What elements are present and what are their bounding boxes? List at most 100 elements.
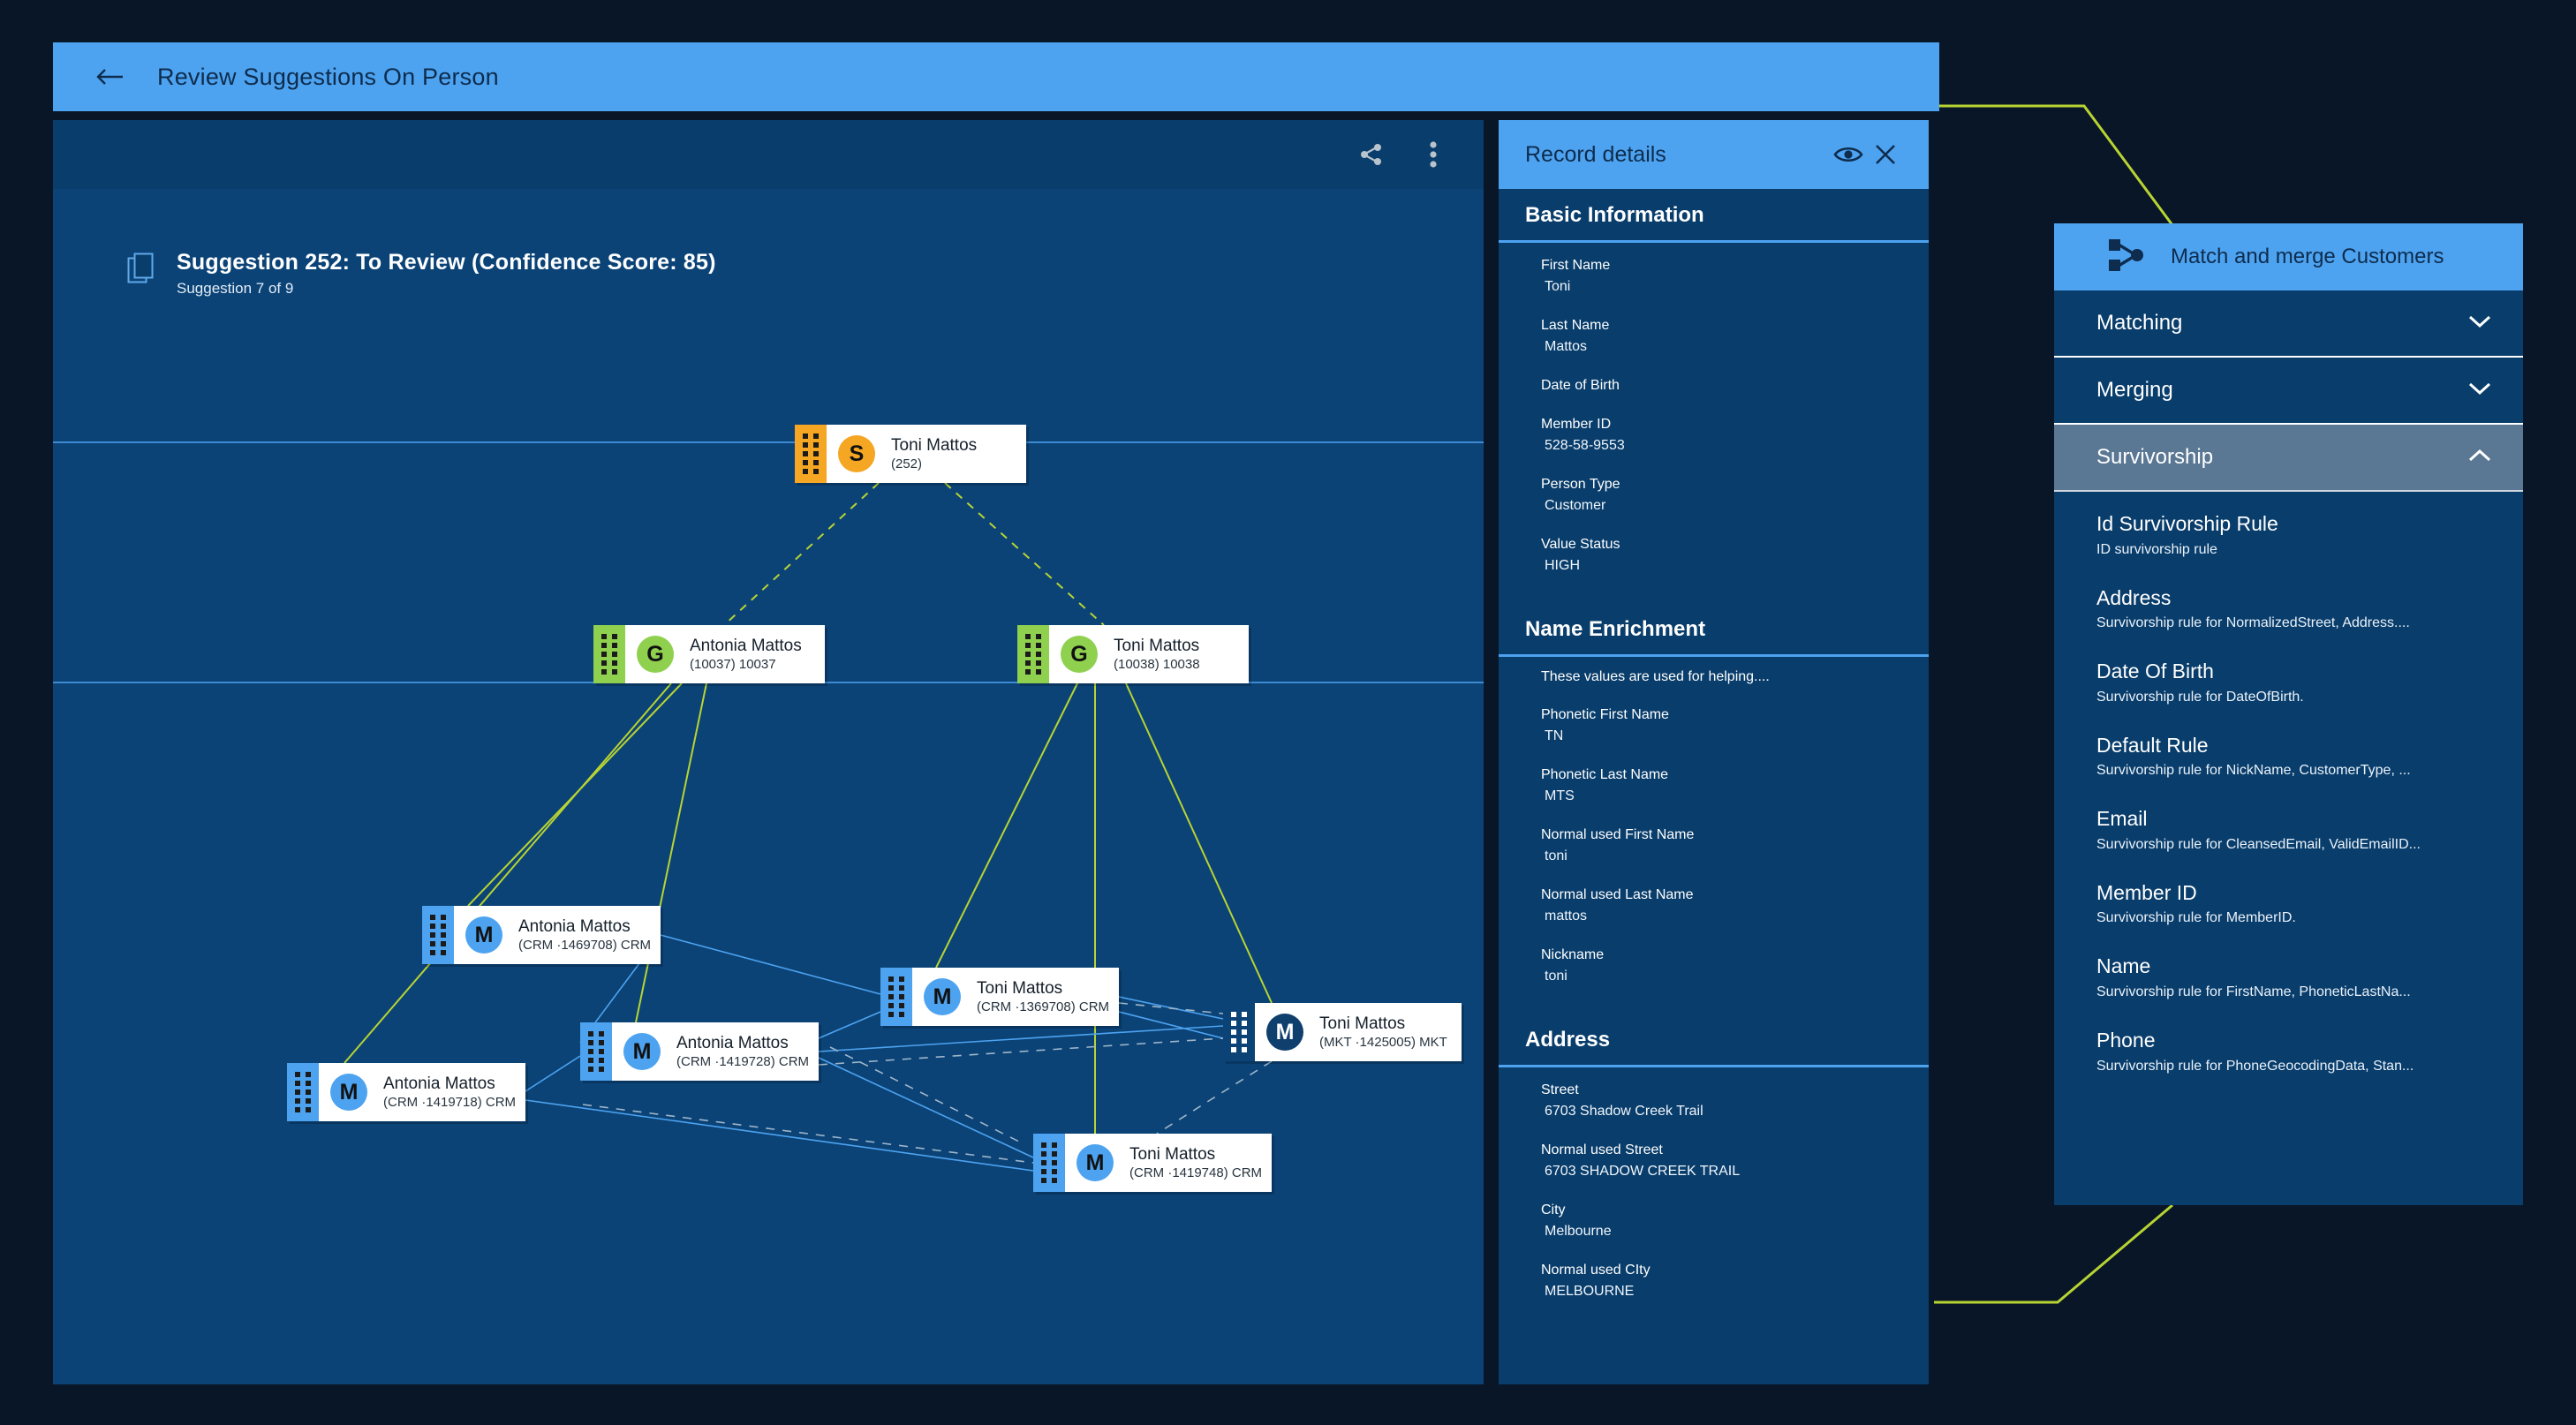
record-section-fields: First Name Toni Last Name Mattos Date of Bir… (1499, 243, 1929, 603)
graph-node[interactable]: M Antonia Mattos (CRM ·1419728) CRM (580, 1022, 819, 1081)
node-avatar: M (465, 916, 502, 954)
record-section-note: These values are used for helping.... (1541, 669, 1770, 684)
rules-accordion-survivorship[interactable]: Survivorship (2054, 425, 2523, 492)
drag-handle-icon[interactable] (287, 1063, 319, 1121)
graph-node[interactable]: G Antonia Mattos (10037) 10037 (593, 625, 825, 683)
node-name: Toni Mattos (977, 978, 1063, 998)
record-field: Phonetic First Name TN (1541, 705, 1929, 747)
record-details-sections: Basic Information First Name Toni Last Name… (1499, 189, 1929, 1329)
survivorship-rule-title: Email (2096, 807, 2148, 831)
record-details-header: Record details (1499, 120, 1929, 189)
node-subtitle: (CRM ·1419728) CRM (676, 1054, 810, 1070)
node-subtitle: (CRM ·1419748) CRM (1129, 1165, 1263, 1181)
graph-edges (344, 482, 1273, 1172)
record-field-label: Value Status (1541, 537, 1620, 552)
node-text: Antonia Mattos (CRM ·1469708) CRM (518, 917, 661, 954)
record-field: First Name Toni (1541, 255, 1929, 298)
match-merge-rules-panel: Match and merge Customers Matching Mergin… (2054, 223, 2523, 1205)
record-field-value: 528-58-9553 (1545, 438, 1625, 453)
graph-node[interactable]: M Toni Mattos (CRM ·1419748) CRM (1033, 1134, 1272, 1192)
survivorship-rule-item[interactable]: Id Survivorship Rule ID survivorship rule (2096, 511, 2523, 560)
close-icon[interactable] (1867, 136, 1904, 173)
chevron-down-icon[interactable] (2466, 313, 2493, 335)
node-text: Toni Mattos (CRM ·1369708) CRM (977, 979, 1119, 1015)
record-details-panel: Record details Basic Information First Na… (1499, 120, 1929, 1384)
node-name: Antonia Mattos (383, 1074, 495, 1093)
node-text: Toni Mattos (MKT ·1425005) MKT (1319, 1014, 1462, 1051)
graph-node[interactable]: M Antonia Mattos (CRM ·1419718) CRM (287, 1063, 525, 1121)
chevron-up-icon[interactable] (2466, 447, 2493, 469)
node-subtitle: (10038) 10038 (1114, 657, 1200, 673)
match-merge-label: Match and merge Customers (2171, 245, 2444, 268)
drag-handle-icon[interactable] (795, 425, 827, 483)
node-avatar: M (330, 1074, 367, 1111)
record-field-label: Normal used First Name (1541, 827, 1695, 842)
survivorship-rule-desc: Survivorship rule for DateOfBirth. (2096, 689, 2304, 705)
graph-node[interactable]: M Toni Mattos (CRM ·1369708) CRM (880, 968, 1119, 1026)
drag-handle-icon[interactable] (422, 906, 454, 964)
record-field: Normal used Last Name mattos (1541, 885, 1929, 927)
survivorship-rule-desc: Survivorship rule for NickName, Customer… (2096, 763, 2411, 779)
drag-handle-icon[interactable] (593, 625, 625, 683)
record-field-value: TN (1545, 728, 1564, 743)
node-text: Antonia Mattos (CRM ·1419728) CRM (676, 1034, 819, 1070)
chevron-down-icon[interactable] (2466, 380, 2493, 402)
survivorship-rule-item[interactable]: Default Rule Survivorship rule for NickNa… (2096, 733, 2523, 781)
rules-accordions: Matching Merging Survivorship (2054, 290, 2523, 492)
drag-handle-icon[interactable] (1033, 1134, 1065, 1192)
record-field-label: Street (1541, 1082, 1579, 1097)
record-field-label: Normal used Street (1541, 1142, 1663, 1157)
node-avatar: M (1266, 1014, 1303, 1051)
drag-handle-icon[interactable] (880, 968, 912, 1026)
eye-icon[interactable] (1830, 136, 1867, 173)
record-field-value: Melbourne (1545, 1224, 1612, 1239)
app-header: Review Suggestions On Person (53, 42, 1939, 111)
survivorship-rule-item[interactable]: Address Survivorship rule for NormalizedS… (2096, 585, 2523, 634)
rules-accordion-merging[interactable]: Merging (2054, 358, 2523, 425)
graph-node[interactable]: M Antonia Mattos (CRM ·1469708) CRM (422, 906, 661, 964)
record-field-value: 6703 SHADOW CREEK TRAIL (1545, 1164, 1741, 1179)
arrow-left-icon[interactable] (92, 58, 129, 95)
survivorship-rule-title: Member ID (2096, 880, 2197, 904)
survivorship-rule-item[interactable]: Member ID Survivorship rule for MemberID. (2096, 880, 2523, 929)
record-field: Nickname toni (1541, 945, 1929, 987)
record-section-title: Name Enrichment (1499, 603, 1929, 657)
record-field: Street 6703 Shadow Creek Trail (1541, 1080, 1929, 1122)
graph-node[interactable]: S Toni Mattos (252) (795, 425, 1026, 483)
graph-node[interactable]: M Toni Mattos (MKT ·1425005) MKT (1223, 1003, 1462, 1061)
record-field-value: MELBOURNE (1545, 1284, 1635, 1299)
record-field: Last Name Mattos (1541, 315, 1929, 358)
rules-accordion-label: Survivorship (2096, 445, 2214, 469)
node-avatar: G (1061, 636, 1098, 673)
record-field: City Melbourne (1541, 1200, 1929, 1242)
node-text: Toni Mattos (252) (891, 436, 993, 472)
record-field-value: Mattos (1545, 339, 1588, 354)
graph-node[interactable]: G Toni Mattos (10038) 10038 (1017, 625, 1249, 683)
record-section-fields: Street 6703 Shadow Creek Trail Normal used… (1499, 1067, 1929, 1329)
record-field: Member ID 528-58-9553 (1541, 414, 1929, 456)
node-text: Toni Mattos (10038) 10038 (1114, 637, 1216, 673)
survivorship-rule-item[interactable]: Email Survivorship rule for CleansedEmail… (2096, 806, 2523, 855)
node-avatar: M (924, 978, 961, 1015)
survivorship-rule-title: Address (2096, 585, 2172, 609)
rules-accordion-matching[interactable]: Matching (2054, 290, 2523, 358)
drag-handle-icon[interactable] (1223, 1003, 1255, 1061)
survivorship-rule-item[interactable]: Date Of Birth Survivorship rule for DateO… (2096, 659, 2523, 707)
record-field-label: First Name (1541, 258, 1611, 273)
record-field-value: toni (1545, 848, 1568, 863)
drag-handle-icon[interactable] (580, 1022, 612, 1081)
node-text: Toni Mattos (CRM ·1419748) CRM (1129, 1145, 1272, 1181)
node-subtitle: (MKT ·1425005) MKT (1319, 1035, 1447, 1051)
survivorship-rule-item[interactable]: Name Survivorship rule for FirstName, Pho… (2096, 954, 2523, 1002)
survivorship-rule-desc: Survivorship rule for FirstName, Phoneti… (2096, 984, 2411, 1000)
drag-handle-icon[interactable] (1017, 625, 1049, 683)
record-details-title: Record details (1525, 141, 1666, 167)
node-subtitle: (CRM ·1419718) CRM (383, 1095, 517, 1111)
record-field-value: mattos (1545, 909, 1588, 924)
rules-accordion-label: Merging (2096, 378, 2173, 402)
match-merge-header[interactable]: Match and merge Customers (2054, 223, 2523, 290)
survivorship-rule-item[interactable]: Phone Survivorship rule for PhoneGeocodin… (2096, 1028, 2523, 1076)
record-field: Value Status HIGH (1541, 534, 1929, 577)
survivorship-rule-desc: Survivorship rule for MemberID. (2096, 910, 2296, 926)
node-text: Antonia Mattos (CRM ·1419718) CRM (383, 1074, 525, 1111)
